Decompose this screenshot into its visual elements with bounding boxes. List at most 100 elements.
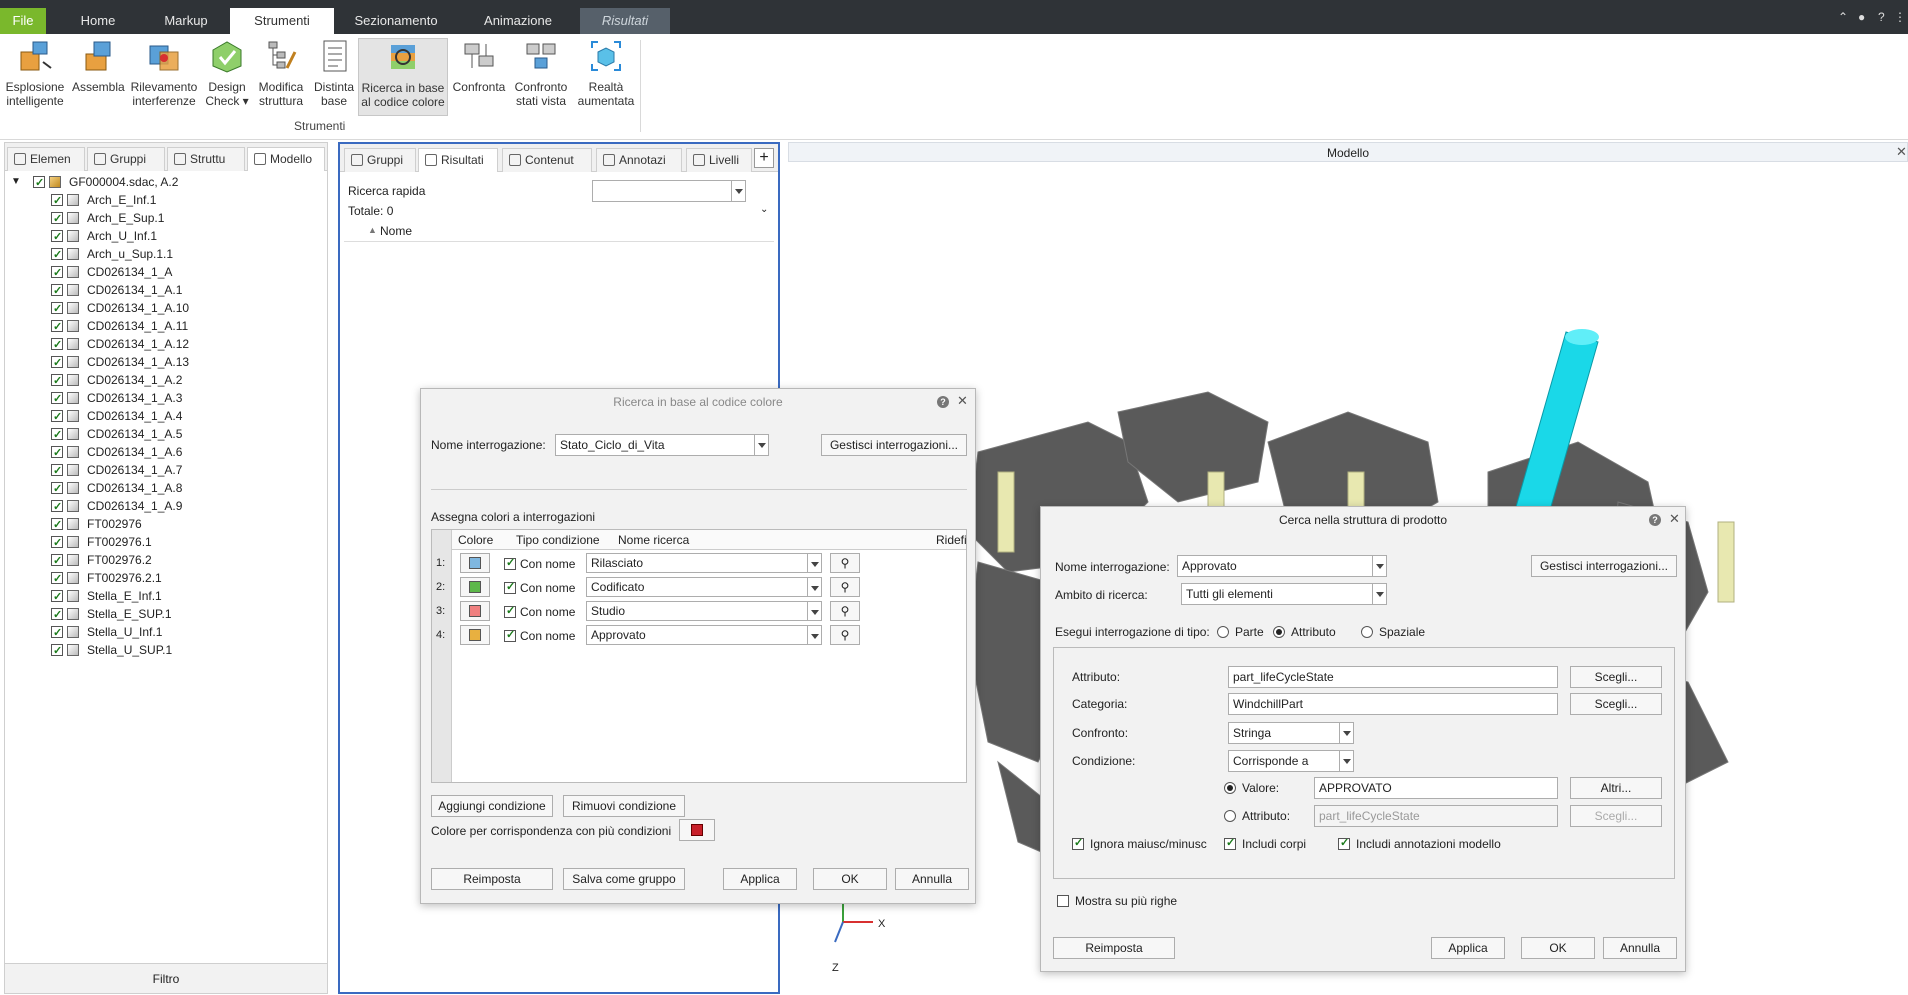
column-nome[interactable]: Nome bbox=[380, 224, 412, 238]
user-icon[interactable]: ● bbox=[1858, 10, 1865, 24]
filter-bar[interactable]: Filtro bbox=[5, 963, 327, 993]
tab-elementi[interactable]: Elemen bbox=[7, 147, 85, 171]
others-button[interactable]: Altri... bbox=[1570, 777, 1662, 799]
help-icon[interactable]: ? bbox=[1878, 10, 1885, 24]
chevron-down-icon[interactable] bbox=[754, 435, 768, 455]
ribbon-color-code-search-button[interactable]: Ricerca in base al codice colore bbox=[358, 38, 448, 116]
cancel-button[interactable]: Annulla bbox=[1603, 937, 1677, 959]
visibility-checkbox[interactable] bbox=[51, 264, 63, 282]
condition-enabled-checkbox[interactable] bbox=[504, 628, 516, 642]
chevron-down-icon[interactable] bbox=[807, 554, 821, 572]
quick-search-input[interactable] bbox=[592, 180, 746, 202]
minimize-ribbon-icon[interactable]: ⌃ bbox=[1838, 10, 1848, 24]
visibility-checkbox[interactable] bbox=[51, 588, 63, 606]
tab-livelli[interactable]: Livelli bbox=[686, 148, 752, 172]
visibility-checkbox[interactable] bbox=[51, 516, 63, 534]
ok-button[interactable]: OK bbox=[1521, 937, 1595, 959]
attribute-input[interactable]: part_lifeCycleState bbox=[1228, 666, 1558, 688]
radio-parte[interactable] bbox=[1217, 626, 1229, 638]
visibility-checkbox[interactable] bbox=[51, 246, 63, 264]
chevron-down-icon[interactable] bbox=[1339, 751, 1353, 771]
add-condition-button[interactable]: Aggiungi condizione bbox=[431, 795, 553, 817]
tab-annotazioni[interactable]: Annotazi bbox=[596, 148, 682, 172]
redefine-search-button[interactable]: ⚲ bbox=[830, 601, 860, 621]
apply-button[interactable]: Applica bbox=[723, 868, 797, 890]
visibility-checkbox[interactable] bbox=[51, 372, 63, 390]
visibility-checkbox[interactable] bbox=[51, 282, 63, 300]
ok-button[interactable]: OK bbox=[813, 868, 887, 890]
condition-enabled-checkbox[interactable] bbox=[504, 556, 516, 570]
collapse-icon[interactable]: ▼ bbox=[11, 173, 21, 191]
visibility-checkbox[interactable] bbox=[51, 480, 63, 498]
expand-icon[interactable]: ⌄ bbox=[760, 204, 768, 215]
multiline-checkbox[interactable] bbox=[1057, 895, 1069, 907]
visibility-checkbox[interactable] bbox=[51, 408, 63, 426]
ribbon-design-check-button[interactable]: Design Check ▾ bbox=[204, 38, 250, 108]
apply-button[interactable]: Applica bbox=[1431, 937, 1505, 959]
ribbon-realta-aumentata-button[interactable]: Realtà aumentata bbox=[576, 38, 636, 108]
choose-attribute-button[interactable]: Scegli... bbox=[1570, 666, 1662, 688]
choose-category-button[interactable]: Scegli... bbox=[1570, 693, 1662, 715]
cancel-button[interactable]: Annulla bbox=[895, 868, 969, 890]
reset-button[interactable]: Reimposta bbox=[431, 868, 553, 890]
scope-select[interactable]: Tutti gli elementi bbox=[1181, 583, 1387, 605]
tab-strumenti[interactable]: Strumenti bbox=[230, 8, 334, 34]
visibility-checkbox[interactable] bbox=[51, 462, 63, 480]
visibility-checkbox[interactable] bbox=[51, 210, 63, 228]
manage-queries-button[interactable]: Gestisci interrogazioni... bbox=[821, 434, 967, 456]
include-annotations-checkbox[interactable] bbox=[1338, 836, 1350, 850]
value-input[interactable]: APPROVATO bbox=[1314, 777, 1558, 799]
query-name-select[interactable]: Stato_Ciclo_di_Vita bbox=[555, 434, 769, 456]
category-input[interactable]: WindchillPart bbox=[1228, 693, 1558, 715]
radio-spaziale[interactable] bbox=[1361, 626, 1373, 638]
condition-enabled-checkbox[interactable] bbox=[504, 580, 516, 594]
chevron-down-icon[interactable] bbox=[807, 626, 821, 644]
tab-gruppi-mid[interactable]: Gruppi bbox=[344, 148, 416, 172]
radio-attribute-compare[interactable] bbox=[1224, 810, 1236, 822]
tab-animazione[interactable]: Animazione bbox=[468, 8, 568, 34]
redefine-search-button[interactable]: ⚲ bbox=[830, 553, 860, 573]
save-group-button[interactable]: Salva come gruppo bbox=[563, 868, 685, 890]
search-name-select[interactable]: Codificato bbox=[586, 577, 822, 597]
color-picker-button[interactable] bbox=[460, 553, 490, 573]
choose-attribute-compare-button[interactable]: Scegli... bbox=[1570, 805, 1662, 827]
chevron-down-icon[interactable] bbox=[807, 602, 821, 620]
color-picker-button[interactable] bbox=[460, 601, 490, 621]
search-name-select[interactable]: Rilasciato bbox=[586, 553, 822, 573]
visibility-checkbox[interactable] bbox=[51, 498, 63, 516]
visibility-checkbox[interactable] bbox=[51, 570, 63, 588]
tab-gruppi-left[interactable]: Gruppi bbox=[87, 147, 165, 171]
settings-icon[interactable]: ⋮ bbox=[1894, 10, 1906, 24]
tab-risultati[interactable]: Risultati bbox=[580, 8, 670, 34]
query-name-select[interactable]: Approvato bbox=[1177, 555, 1387, 577]
visibility-checkbox[interactable] bbox=[51, 390, 63, 408]
visibility-checkbox[interactable] bbox=[51, 192, 63, 210]
tab-modello[interactable]: Modello bbox=[247, 147, 325, 171]
attribute-compare-input[interactable]: part_lifeCycleState bbox=[1314, 805, 1558, 827]
search-name-select[interactable]: Studio bbox=[586, 601, 822, 621]
multi-color-button[interactable] bbox=[679, 819, 715, 841]
tab-home[interactable]: Home bbox=[50, 8, 146, 34]
ribbon-interferenze-button[interactable]: Rilevamento interferenze bbox=[130, 38, 198, 108]
tab-markup[interactable]: Markup bbox=[148, 8, 224, 34]
manage-queries-button[interactable]: Gestisci interrogazioni... bbox=[1531, 555, 1677, 577]
visibility-checkbox[interactable] bbox=[51, 228, 63, 246]
tab-contenuto[interactable]: Contenut bbox=[502, 148, 592, 172]
visibility-checkbox[interactable] bbox=[51, 552, 63, 570]
condition-enabled-checkbox[interactable] bbox=[504, 604, 516, 618]
remove-condition-button[interactable]: Rimuovi condizione bbox=[563, 795, 685, 817]
tree-root-checkbox[interactable] bbox=[33, 174, 45, 192]
tab-sezionamento[interactable]: Sezionamento bbox=[344, 8, 448, 34]
visibility-checkbox[interactable] bbox=[51, 318, 63, 336]
ignore-case-checkbox[interactable] bbox=[1072, 836, 1084, 850]
chevron-down-icon[interactable] bbox=[1339, 723, 1353, 743]
visibility-checkbox[interactable] bbox=[51, 426, 63, 444]
tab-struttura[interactable]: Struttu bbox=[167, 147, 245, 171]
chevron-down-icon[interactable] bbox=[1372, 556, 1386, 576]
ribbon-confronta-button[interactable]: Confronta bbox=[450, 38, 508, 94]
ribbon-distinta-base-button[interactable]: Distinta base bbox=[312, 38, 356, 108]
search-name-select[interactable]: Approvato bbox=[586, 625, 822, 645]
tab-file[interactable]: File bbox=[0, 8, 46, 34]
radio-attributo[interactable] bbox=[1273, 626, 1285, 638]
chevron-down-icon[interactable] bbox=[807, 578, 821, 596]
